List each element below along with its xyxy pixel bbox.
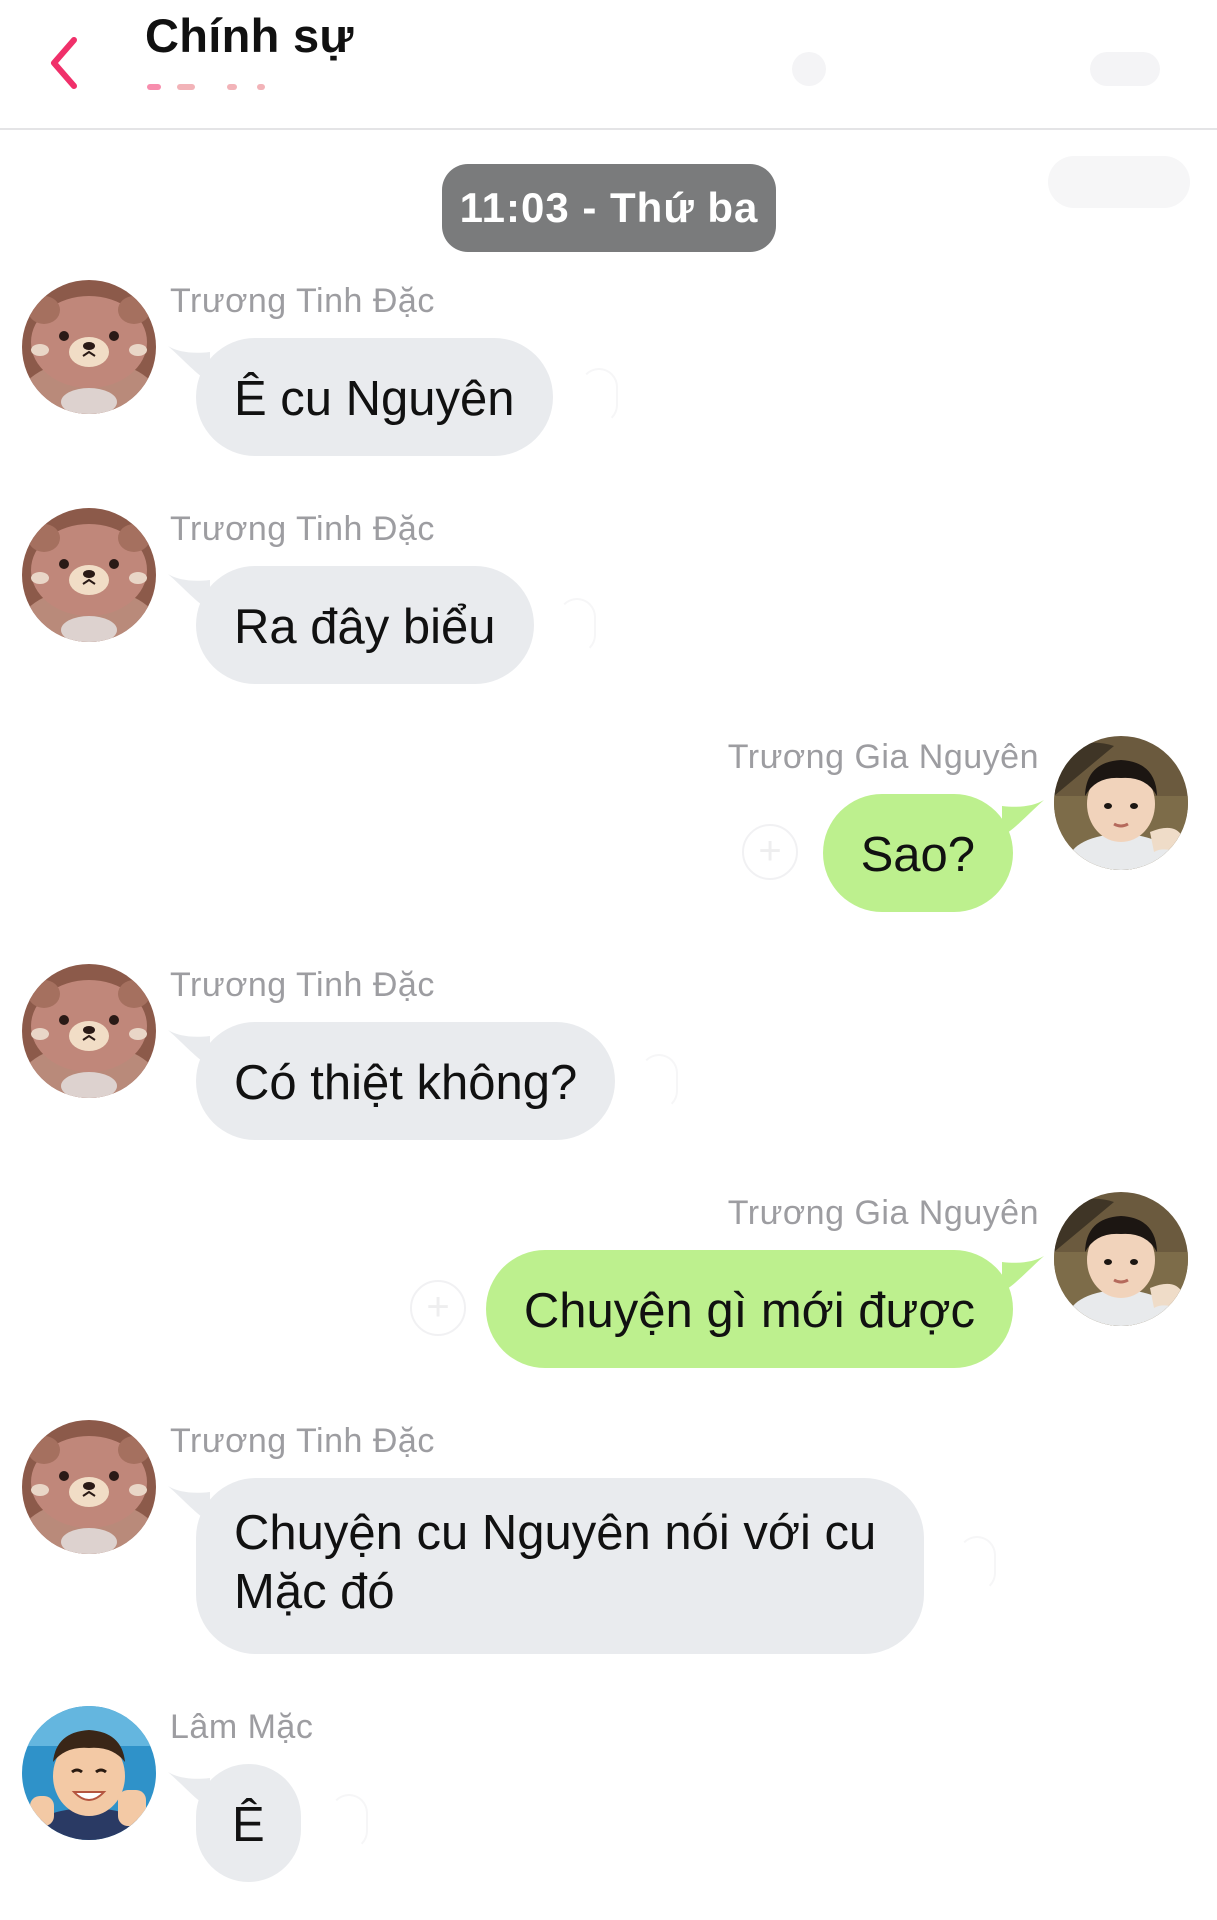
bear-avatar-icon bbox=[22, 1420, 156, 1554]
sender-name: Trương Gia Nguyên bbox=[727, 1194, 1039, 1232]
avatar[interactable] bbox=[22, 280, 156, 414]
message-bubble[interactable]: Chuyện cu Nguyên nói với cu Mặc đó bbox=[196, 1478, 924, 1654]
avatar[interactable] bbox=[1054, 1192, 1188, 1326]
boy-avatar-icon bbox=[1054, 1192, 1188, 1326]
sender-name: Trương Tinh Đặc bbox=[170, 966, 435, 1004]
boy-avatar-icon bbox=[1054, 736, 1188, 870]
react-button[interactable] bbox=[958, 1536, 996, 1592]
time-divider: 11:03 - Thứ ba bbox=[442, 164, 776, 252]
react-button[interactable] bbox=[330, 1794, 368, 1850]
avatar[interactable] bbox=[22, 964, 156, 1098]
sender-name: Trương Tinh Đặc bbox=[170, 1422, 435, 1460]
message-bubble[interactable]: Ê bbox=[196, 1764, 301, 1882]
bear-avatar-icon bbox=[22, 964, 156, 1098]
add-reaction-button[interactable]: + bbox=[410, 1280, 466, 1336]
sender-name: Lâm Mặc bbox=[170, 1708, 314, 1746]
message-bubble[interactable]: Có thiệt không? bbox=[196, 1022, 616, 1140]
avatar[interactable] bbox=[22, 508, 156, 642]
avatar[interactable] bbox=[22, 1706, 156, 1840]
menu-icon[interactable] bbox=[1090, 52, 1160, 86]
add-reaction-button[interactable]: + bbox=[742, 824, 798, 880]
faint-pill bbox=[1048, 156, 1190, 208]
message-bubble[interactable]: Ra đây biểu bbox=[196, 566, 534, 684]
react-button[interactable] bbox=[558, 598, 596, 654]
sender-name: Trương Tinh Đặc bbox=[170, 282, 435, 320]
call-icon[interactable] bbox=[792, 52, 826, 86]
avatar[interactable] bbox=[1054, 736, 1188, 870]
sender-name: Trương Gia Nguyên bbox=[727, 738, 1039, 776]
message-bubble[interactable]: Chuyện gì mới được bbox=[485, 1250, 1013, 1368]
sender-name: Trương Tinh Đặc bbox=[170, 510, 435, 548]
chat-subtitle bbox=[147, 82, 297, 92]
message-bubble[interactable]: Sao? bbox=[822, 794, 1013, 912]
chat-header: Chính sự bbox=[0, 0, 1217, 130]
avatar[interactable] bbox=[22, 1420, 156, 1554]
bear-avatar-icon bbox=[22, 508, 156, 642]
react-button[interactable] bbox=[640, 1054, 678, 1110]
bear-avatar-icon bbox=[22, 280, 156, 414]
smiling-boy-avatar-icon bbox=[22, 1706, 156, 1840]
chevron-left-icon bbox=[51, 37, 77, 89]
back-button[interactable] bbox=[40, 30, 90, 96]
chat-title: Chính sự bbox=[145, 9, 354, 62]
react-button[interactable] bbox=[580, 368, 618, 424]
message-bubble[interactable]: Ê cu Nguyên bbox=[196, 338, 553, 456]
